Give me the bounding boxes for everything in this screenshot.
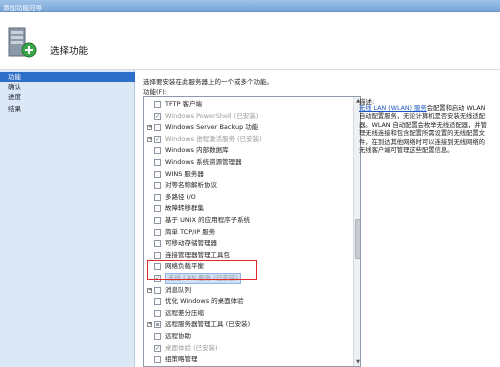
feature-label: WINS 服务器 — [165, 169, 204, 178]
feature-label: Windows Server Backup 功能 — [165, 123, 259, 132]
annotation-highlight-box — [147, 260, 257, 280]
feature-row[interactable]: TFTP 客户端 — [144, 99, 353, 110]
expand-icon[interactable]: + — [147, 322, 152, 328]
feature-checkbox[interactable] — [154, 356, 161, 364]
feature-label: 对等名称解析协议 — [165, 181, 217, 190]
page-title: 选择功能 — [50, 46, 89, 57]
description-text: 无线 LAN (WLAN) 服务会配置和启动 WLAN 自动配置服务，无论计算机… — [359, 105, 491, 155]
feature-checkbox[interactable] — [154, 205, 161, 213]
feature-row[interactable]: 基于 UNIX 的应用程序子系统 — [144, 215, 353, 226]
feature-row[interactable]: Windows 内部数据库 — [144, 145, 353, 156]
feature-label: Windows 进程激活服务 (已安装) — [165, 134, 262, 143]
features-label: 功能(F): — [143, 88, 168, 96]
feature-checkbox[interactable] — [154, 309, 161, 317]
expand-icon[interactable]: + — [147, 287, 152, 293]
feature-row[interactable]: 远程差分压缩 — [144, 308, 353, 319]
features-tree[interactable]: 组策略管理 桌面体验 (已安装) 远程协助 + 远程服务器管理工具 (已安装) 远程差分压… — [143, 96, 361, 367]
expand-icon[interactable]: + — [147, 125, 152, 131]
feature-label: 远程服务器管理工具 (已安装) — [165, 320, 251, 329]
feature-row[interactable]: Windows PowerShell (已安装) — [144, 111, 353, 122]
nav-item[interactable]: 进度 — [0, 92, 135, 102]
feature-checkbox[interactable] — [154, 298, 161, 306]
feature-row[interactable]: Windows 系统资源管理器 — [144, 157, 353, 168]
feature-label: TFTP 客户端 — [165, 100, 203, 108]
feature-row[interactable]: + Windows Server Backup 功能 — [144, 122, 353, 133]
description-body: 会配置和启动 WLAN 自动配置服务，无论计算机是否安装无线适配器。WLAN 自… — [359, 105, 487, 155]
wizard-nav: 功能 确认 进度 结果 — [0, 70, 135, 367]
feature-row[interactable]: + 远程服务器管理工具 (已安装) — [144, 319, 353, 330]
feature-checkbox[interactable] — [154, 193, 161, 201]
content-area: 选择要安装在此服务器上的一个或多个功能。 功能(F): 组策略管理 桌面体验 (已… — [135, 70, 500, 367]
feature-row[interactable]: 桌面体验 (已安装) — [144, 343, 353, 354]
feature-label: 组策略管理 — [165, 355, 198, 364]
instruction-text: 选择要安装在此服务器上的一个或多个功能。 — [143, 78, 273, 86]
nav-item[interactable]: 结果 — [0, 104, 135, 114]
feature-label: 远程协助 — [165, 332, 191, 340]
feature-checkbox[interactable] — [154, 228, 161, 236]
nav-item[interactable]: 确认 — [0, 82, 135, 92]
feature-label: 故障转移群集 — [165, 204, 204, 213]
feature-row[interactable]: 多路径 I/O — [144, 192, 353, 203]
feature-row[interactable]: 简单 TCP/IP 服务 — [144, 227, 353, 238]
feature-label: Windows 内部数据库 — [165, 146, 229, 155]
feature-checkbox[interactable] — [154, 111, 161, 122]
feature-checkbox[interactable] — [154, 170, 161, 178]
feature-row[interactable]: 故障转移群集 — [144, 203, 353, 214]
feature-label: 桌面体验 (已安装) — [165, 343, 218, 352]
feature-row[interactable]: 对等名称解析协议 — [144, 180, 353, 191]
feature-label: 优化 Windows 的桌面体验 — [165, 297, 244, 306]
feature-checkbox[interactable] — [154, 182, 161, 190]
feature-checkbox[interactable] — [154, 240, 161, 248]
feature-row[interactable]: 远程协助 — [144, 331, 353, 342]
window-titlebar: 添加功能向导 — [0, 0, 500, 12]
scroll-down-icon[interactable]: ▼ — [354, 358, 360, 366]
feature-row[interactable]: WINS 服务器 — [144, 169, 353, 180]
feature-checkbox[interactable] — [154, 101, 161, 108]
feature-row[interactable]: + 消息队列 — [144, 285, 353, 296]
feature-checkbox[interactable] — [154, 217, 161, 224]
feature-row[interactable]: + Windows 进程激活服务 (已安装) — [144, 134, 353, 145]
expand-icon[interactable]: + — [147, 136, 152, 142]
feature-label: 消息队列 — [165, 285, 191, 294]
feature-checkbox[interactable] — [154, 343, 161, 354]
feature-label: 远程差分压缩 — [165, 308, 204, 317]
feature-label: Windows 系统资源管理器 — [165, 158, 242, 166]
feature-row[interactable]: 组策略管理 — [144, 354, 353, 365]
feature-label: 可移动存储管理器 — [165, 239, 217, 248]
window-title: 添加功能向导 — [3, 4, 42, 12]
feature-checkbox[interactable] — [154, 333, 161, 340]
feature-label: Windows PowerShell (已安装) — [165, 111, 259, 120]
feature-label: 基于 UNIX 的应用程序子系统 — [165, 216, 251, 224]
feature-checkbox[interactable] — [154, 159, 161, 166]
feature-row[interactable]: 优化 Windows 的桌面体验 — [144, 296, 353, 307]
feature-checkbox[interactable] — [154, 134, 161, 145]
wizard-server-icon — [8, 27, 37, 58]
nav-item[interactable]: 功能 — [0, 72, 135, 82]
feature-checkbox[interactable] — [154, 147, 161, 155]
feature-checkbox[interactable] — [154, 251, 161, 259]
feature-checkbox[interactable] — [154, 286, 161, 294]
description-link[interactable]: 无线 LAN (WLAN) 服务 — [359, 105, 427, 112]
feature-checkbox[interactable] — [154, 321, 161, 329]
feature-label: 多路径 I/O — [165, 192, 196, 201]
wizard-header: 选择功能 — [0, 12, 500, 70]
scroll-thumb[interactable] — [355, 219, 360, 259]
feature-checkbox[interactable] — [154, 124, 161, 132]
feature-label: 简单 TCP/IP 服务 — [165, 227, 216, 236]
feature-row[interactable]: 可移动存储管理器 — [144, 238, 353, 249]
